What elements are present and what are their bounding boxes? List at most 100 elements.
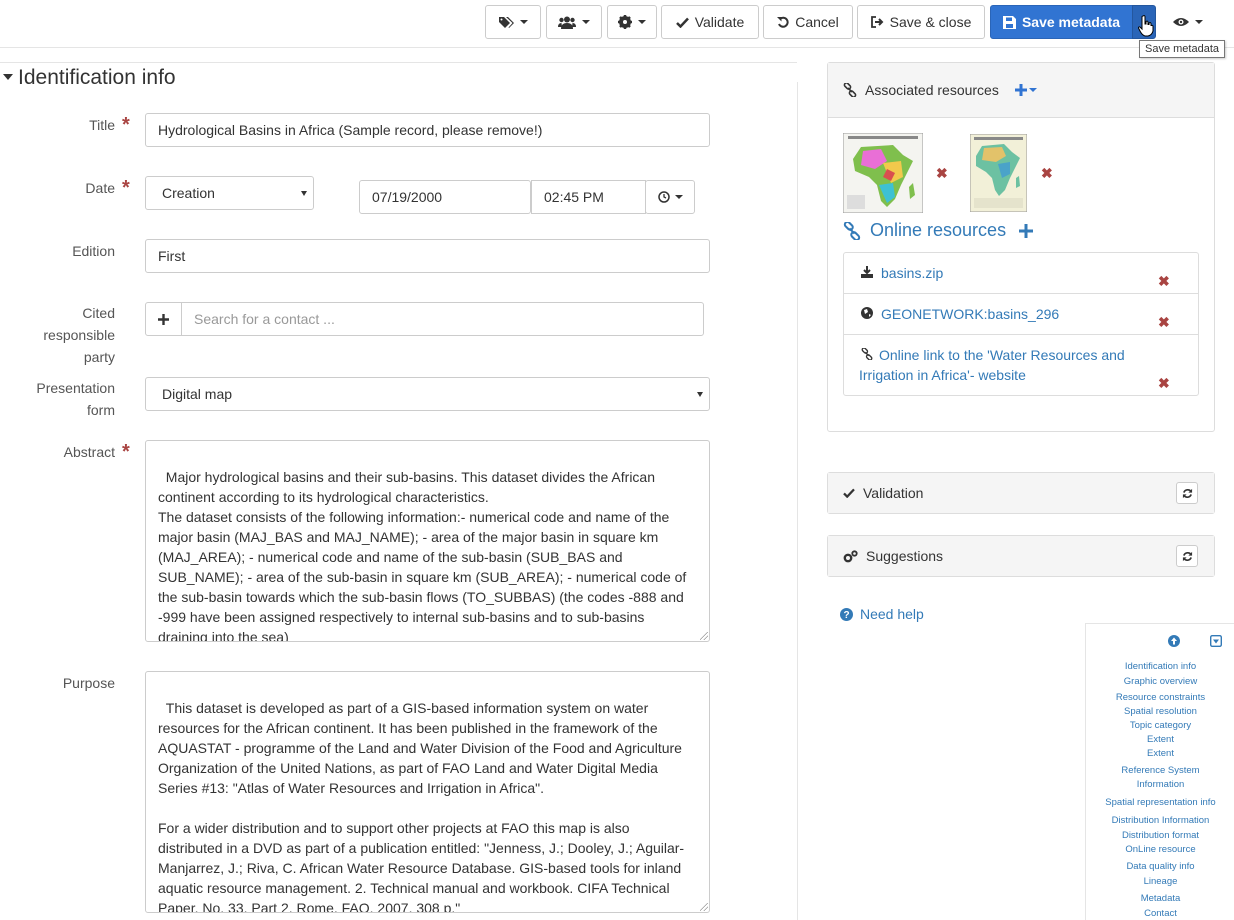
section-title: Identification info [18,66,176,89]
toc-resource-constraints[interactable]: Resource constraints [1086,692,1234,704]
gear-icon [618,15,632,29]
toc-lineage[interactable]: Lineage [1086,876,1234,888]
tags-dropdown-button[interactable] [485,5,541,39]
toc-spatial-representation[interactable]: Spatial representation info [1086,797,1234,809]
refresh-validation-button[interactable] [1176,482,1198,504]
settings-dropdown-button[interactable] [607,5,657,39]
toc-graphic-overview[interactable]: Graphic overview [1086,676,1234,688]
select-caret-icon [697,392,703,397]
need-help-label: Need help [860,606,924,622]
identification-section-header[interactable]: Identification info [0,62,797,94]
select-caret-icon [301,191,307,196]
question-circle-icon: ? [840,607,853,621]
add-contact-button[interactable] [145,302,182,336]
column-divider [797,82,798,920]
need-help-link[interactable]: ? Need help [840,606,924,622]
presentation-label-line2: form [87,402,115,418]
caret-down-icon[interactable] [3,74,13,80]
hand-pointer-icon [1138,15,1154,37]
toc-metadata[interactable]: Metadata [1086,893,1234,905]
section-navigator: Identification info Graphic overview Res… [1085,623,1234,920]
plus-icon [158,313,169,325]
link-icon [861,348,873,360]
toc-online-resource[interactable]: OnLine resource [1086,844,1234,856]
save-metadata-button[interactable]: Save metadata [990,5,1133,39]
chevron-down-icon [582,20,590,24]
online-resources-header: Online resources [843,220,1034,241]
remove-thumbnail-1-icon[interactable]: ✖ [936,165,948,182]
view-dropdown-button[interactable] [1166,5,1210,39]
validate-button[interactable]: Validate [661,5,759,39]
chevron-down-icon [638,20,646,24]
remove-resource-icon[interactable]: ✖ [1158,373,1170,393]
associated-resources-title: Associated resources [865,82,999,98]
toc-identification-info[interactable]: Identification info [1086,661,1234,673]
save-close-button[interactable]: Save & close [857,5,985,39]
associated-resources-header: Associated resources [828,63,1214,118]
sign-out-icon [870,16,884,28]
link-icon [843,83,857,97]
arrow-circle-up-icon[interactable] [1168,635,1180,647]
cancel-button[interactable]: Cancel [763,5,853,39]
suggestions-header[interactable]: Suggestions [828,536,1214,576]
svg-text:?: ? [843,610,849,621]
globe-icon [861,307,873,319]
add-online-resource-icon[interactable] [1019,223,1034,238]
toc-reference-system-info[interactable]: Information [1086,779,1234,791]
time-picker-button[interactable] [645,180,695,214]
remove-resource-icon[interactable]: ✖ [1158,312,1170,332]
presentation-form-value: Digital map [162,386,233,402]
toc-topic-category[interactable]: Topic category [1086,720,1234,732]
contact-search-input[interactable]: Search for a contact ... [181,302,704,336]
toc-spatial-resolution[interactable]: Spatial resolution [1086,706,1234,718]
list-item: Online link to the 'Water Resources and … [844,335,1198,395]
toc-extent[interactable]: Extent [1086,734,1234,746]
toc-data-quality-info[interactable]: Data quality info [1086,861,1234,873]
add-resource-dropdown[interactable] [1014,84,1037,96]
date-input[interactable]: 07/19/2000 [359,180,531,214]
plus-icon [1014,84,1027,96]
presentation-label-line1: Presentation [36,380,115,396]
eye-icon [1173,18,1189,26]
remove-thumbnail-2-icon[interactable]: ✖ [1041,165,1053,182]
date-label: Date [85,180,115,196]
online-resource-link[interactable]: GEONETWORK:basins_296 [881,304,1059,324]
refresh-suggestions-button[interactable] [1176,545,1198,567]
chevron-down-icon [674,195,683,199]
abstract-textarea[interactable]: Major hydrological basins and their sub-… [145,440,710,642]
users-icon [558,16,576,29]
purpose-textarea[interactable]: This dataset is developed as part of a G… [145,671,710,913]
toc-reference-system[interactable]: Reference System [1086,765,1234,777]
toc-extent[interactable]: Extent [1086,748,1234,760]
toc-distribution-format[interactable]: Distribution format [1086,830,1234,842]
time-input[interactable]: 02:45 PM [531,180,646,214]
thumbnail-map-1[interactable] [843,133,923,213]
save-options-button[interactable] [1132,5,1156,39]
save-metadata-label: Save metadata [1021,14,1121,30]
presentation-form-select[interactable]: Digital map [145,377,710,411]
tags-icon [498,16,514,28]
date-type-select[interactable]: Creation [145,176,314,210]
resize-handle-icon[interactable] [700,632,708,640]
online-resource-link[interactable]: basins.zip [881,263,943,283]
resize-handle-icon[interactable] [700,903,708,911]
toc-distribution-information[interactable]: Distribution Information [1086,815,1234,827]
online-resource-link[interactable]: Online link to the 'Water Resources and … [859,347,1125,383]
cited-label-line2: responsible [43,327,115,343]
suggestions-title: Suggestions [866,548,944,564]
remove-resource-icon[interactable]: ✖ [1158,271,1170,291]
chevron-down-icon [1028,88,1037,92]
collapse-all-icon[interactable] [1210,635,1222,647]
required-asterisk-icon: * [122,177,130,199]
purpose-label: Purpose [62,675,115,691]
users-dropdown-button[interactable] [546,5,602,39]
save-close-label: Save & close [889,14,972,30]
abstract-label: Abstract [63,444,115,460]
toc-contact[interactable]: Contact [1086,908,1234,920]
save-metadata-tooltip: Save metadata [1139,40,1225,58]
chevron-down-icon [1195,20,1203,24]
thumbnail-map-2[interactable] [970,134,1027,212]
edition-input[interactable]: First [145,239,710,273]
validation-header[interactable]: Validation [828,473,1214,513]
title-input[interactable]: Hydrological Basins in Africa (Sample re… [145,113,710,147]
